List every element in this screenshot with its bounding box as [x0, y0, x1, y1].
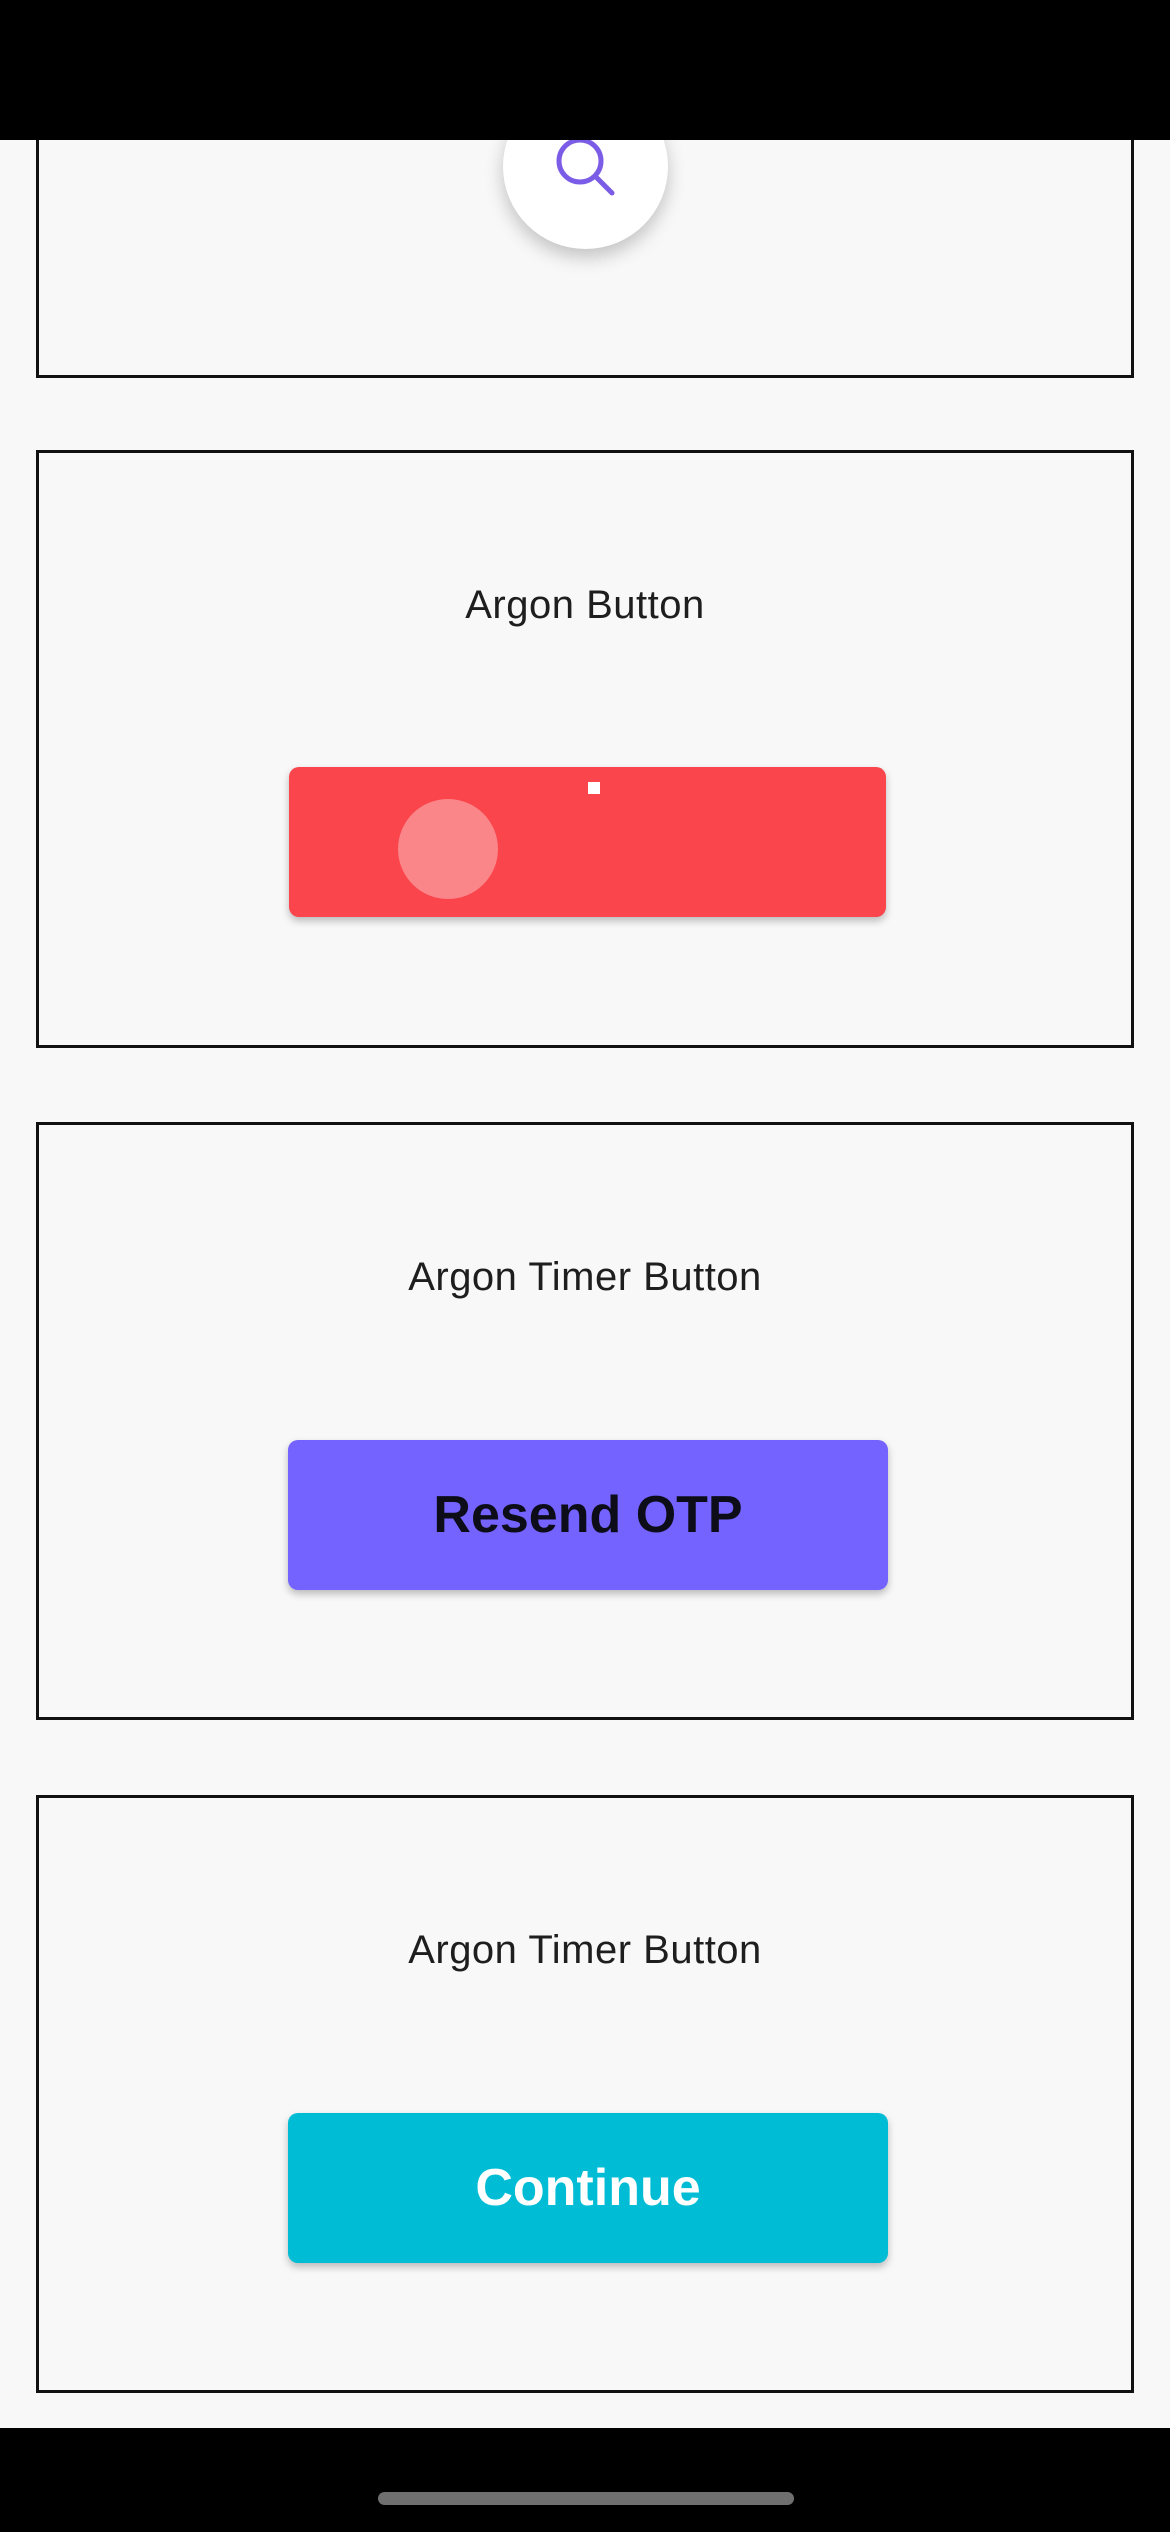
resend-otp-button[interactable]: Resend OTP	[288, 1440, 888, 1590]
card-title: Argon Timer Button	[408, 1255, 762, 1299]
card-title: Argon Button	[465, 583, 705, 627]
argon-timer-button-card: Argon Timer Button Resend OTP	[36, 1122, 1134, 1720]
home-indicator[interactable]	[378, 2492, 794, 2505]
argon-button-card: Argon Button	[36, 450, 1134, 1048]
continue-label: Continue	[475, 2159, 701, 2217]
search-icon	[551, 132, 621, 202]
status-bar	[0, 0, 1170, 140]
home-bar-area	[0, 2428, 1170, 2532]
argon-timer-button-card: Argon Timer Button Continue	[36, 1795, 1134, 2393]
argon-button[interactable]	[289, 767, 886, 917]
loading-indicator	[588, 782, 600, 794]
continue-button[interactable]: Continue	[288, 2113, 888, 2263]
resend-otp-label: Resend OTP	[433, 1486, 743, 1544]
card-title: Argon Timer Button	[408, 1928, 762, 1972]
ripple-effect	[398, 799, 498, 899]
